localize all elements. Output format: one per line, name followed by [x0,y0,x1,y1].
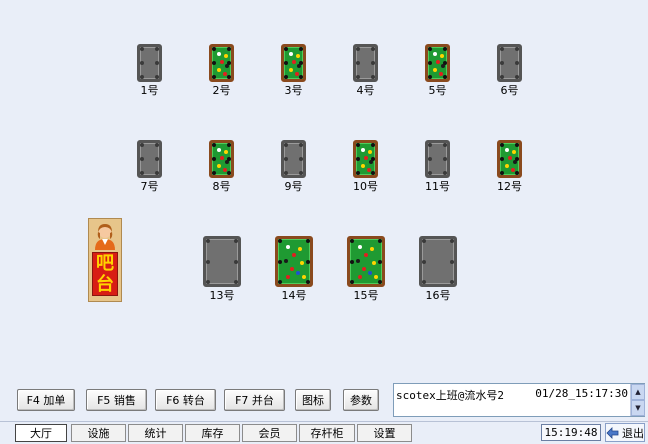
table-label: 8号 [212,180,231,193]
tab-hall[interactable]: 大厅 [15,424,67,442]
scroll-down-icon[interactable]: ▼ [631,400,645,416]
table-label: 9号 [284,180,303,193]
table-label: 15号 [353,289,379,302]
log-entry: scotex上班@流水号2 01/28_15:17:30 [396,387,628,403]
add-order-button[interactable]: F4 加单 [17,389,75,411]
table-13[interactable]: 13号 [203,236,241,302]
table-icon [425,140,450,178]
table-label: 14号 [281,289,307,302]
bar-sign: 吧台 [92,252,118,296]
table-label: 5号 [428,84,447,97]
sales-button[interactable]: F5 销售 [86,389,147,411]
bartender-icon [95,224,115,250]
table-14[interactable]: 14号 [275,236,313,302]
exit-button[interactable]: 退出 [605,423,645,442]
exit-label: 退出 [622,426,644,440]
log-time: 01/28_15:17:30 [535,387,628,400]
exit-icon [606,426,619,439]
table-10[interactable]: 10号 [353,140,378,193]
bar-counter[interactable]: 吧台 [88,218,122,302]
table-icon [275,236,313,287]
table-label: 12号 [497,180,522,193]
table-icon [419,236,457,287]
table-label: 2号 [212,84,231,97]
table-label: 3号 [284,84,303,97]
table-icon [203,236,241,287]
log-message: scotex上班@流水号2 [396,389,504,402]
table-label: 10号 [353,180,378,193]
table-icon [209,140,234,178]
table-icon [281,140,306,178]
table-3[interactable]: 3号 [281,44,306,97]
table-6[interactable]: 6号 [497,44,522,97]
table-icon [353,44,378,82]
table-label: 11号 [425,180,450,193]
table-2[interactable]: 2号 [209,44,234,97]
tab-member[interactable]: 会员 [242,424,297,442]
table-7[interactable]: 7号 [137,140,162,193]
table-icon [137,44,162,82]
hall-floor: 1号 2号 3号 4号 5号 6号 7号 8号 9号 10号 11号 12号 1… [0,0,648,382]
table-label: 16号 [425,289,451,302]
table-12[interactable]: 12号 [497,140,522,193]
clock: 15:19:48 [541,424,601,441]
table-15[interactable]: 15号 [347,236,385,302]
merge-table-button[interactable]: F7 并台 [224,389,285,411]
table-icon [281,44,306,82]
tab-settings[interactable]: 设置 [357,424,412,442]
table-icon [137,140,162,178]
table-8[interactable]: 8号 [209,140,234,193]
log-scrollbar[interactable]: ▲ ▼ [630,384,645,416]
table-11[interactable]: 11号 [425,140,450,193]
table-5[interactable]: 5号 [425,44,450,97]
tab-stock[interactable]: 库存 [185,424,240,442]
table-icon [497,44,522,82]
table-icon [353,140,378,178]
tab-facility[interactable]: 设施 [71,424,126,442]
table-label: 13号 [209,289,235,302]
params-button[interactable]: 参数 [343,389,379,411]
table-1[interactable]: 1号 [137,44,162,97]
table-icon [347,236,385,287]
table-icon [497,140,522,178]
icon-button[interactable]: 图标 [295,389,331,411]
table-label: 7号 [140,180,159,193]
tab-cue-cabinet[interactable]: 存杆柜 [299,424,355,442]
table-label: 4号 [356,84,375,97]
table-label: 6号 [500,84,519,97]
table-icon [209,44,234,82]
table-9[interactable]: 9号 [281,140,306,193]
transfer-table-button[interactable]: F6 转台 [155,389,216,411]
table-4[interactable]: 4号 [353,44,378,97]
tab-stats[interactable]: 统计 [128,424,183,442]
scroll-up-icon[interactable]: ▲ [631,384,645,400]
table-icon [425,44,450,82]
event-log[interactable]: scotex上班@流水号2 01/28_15:17:30 ▲ ▼ [393,383,645,417]
table-label: 1号 [140,84,159,97]
table-16[interactable]: 16号 [419,236,457,302]
